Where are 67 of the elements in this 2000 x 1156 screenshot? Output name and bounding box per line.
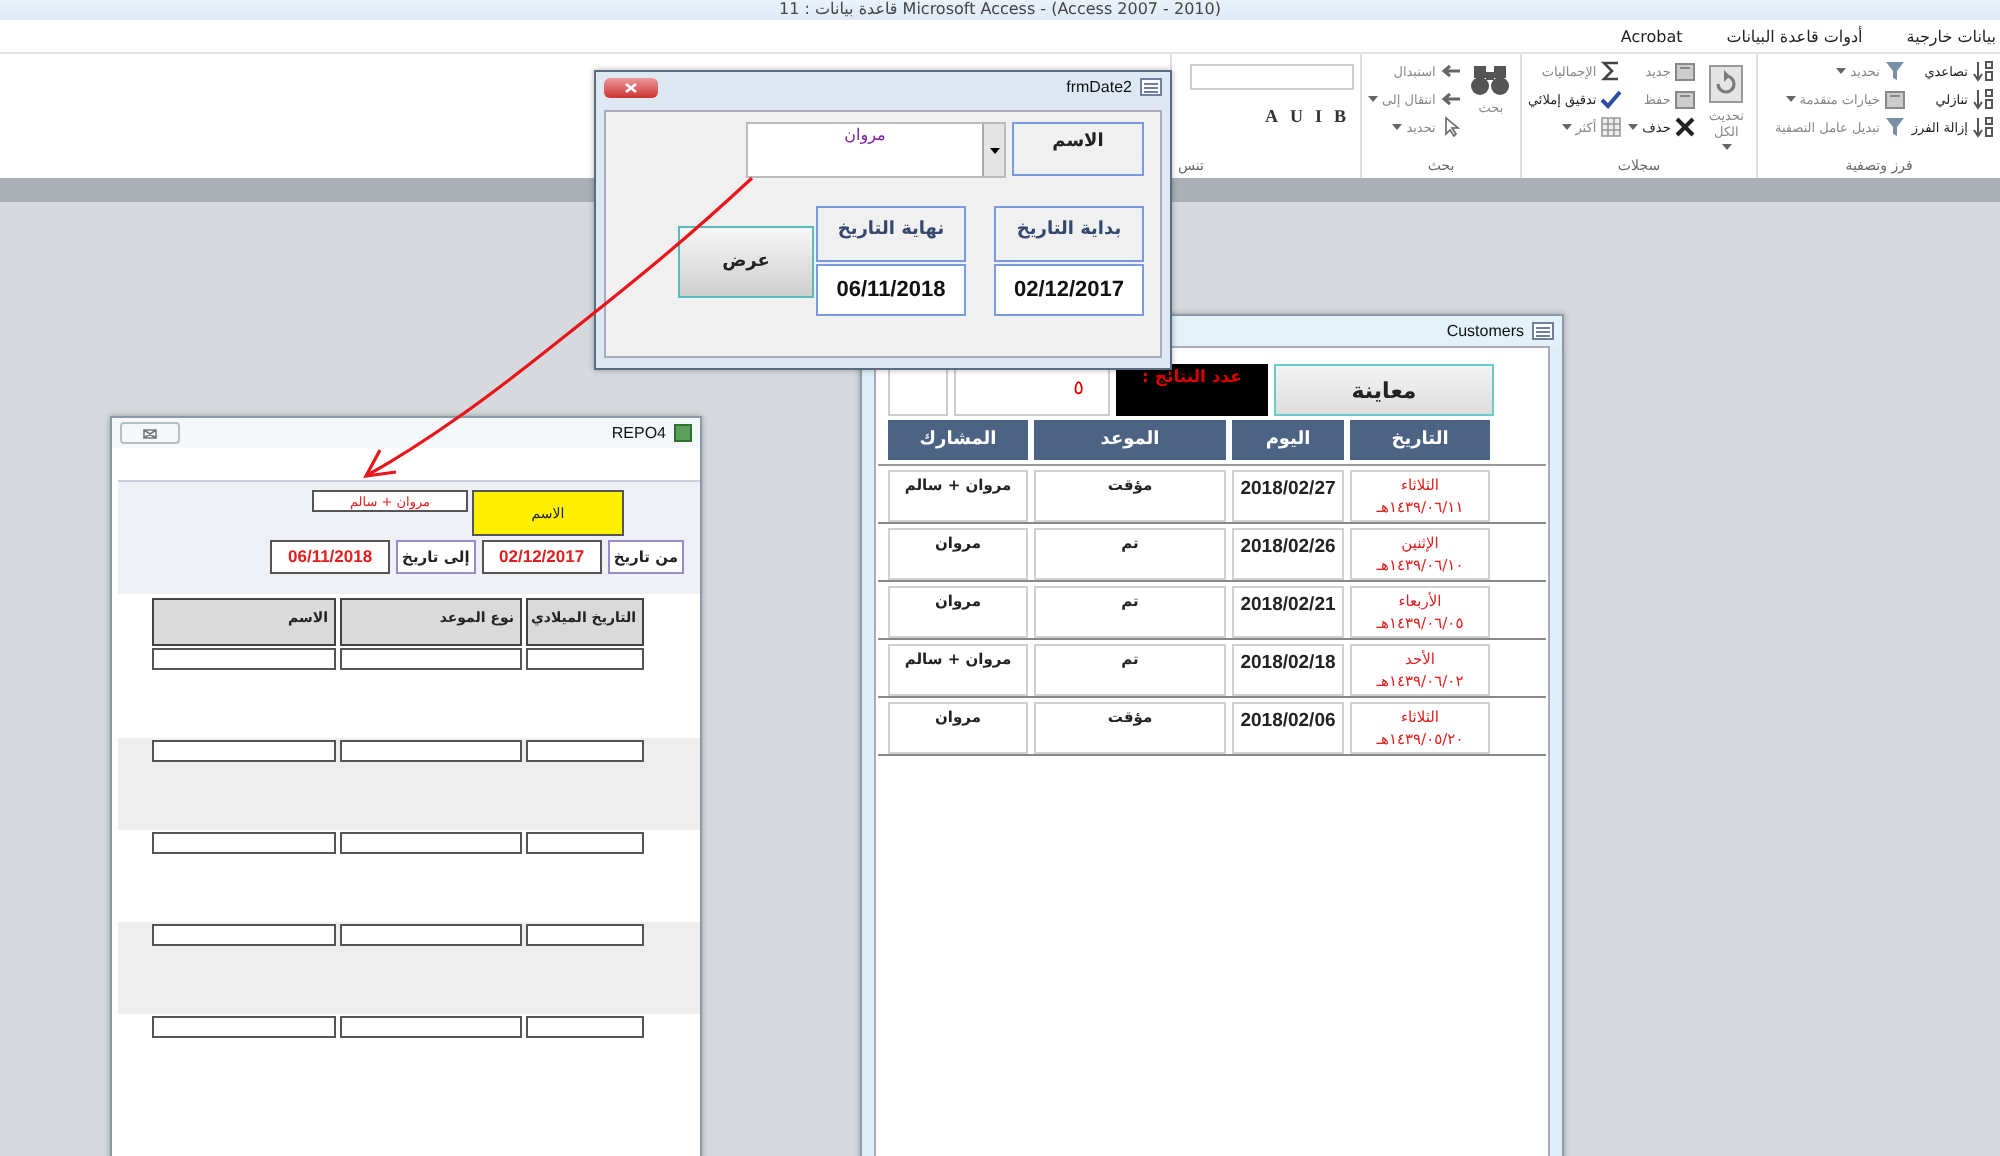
empty-cell — [526, 1016, 644, 1038]
start-date-field[interactable]: 02/12/2017 — [994, 264, 1144, 316]
table-cell: 2018/02/06 — [1232, 702, 1344, 754]
caret-icon — [1836, 68, 1847, 74]
form-icon — [1140, 78, 1162, 96]
show-button[interactable]: عرض — [678, 225, 814, 297]
format-button[interactable]: B — [1333, 106, 1346, 126]
table-icon — [1600, 116, 1623, 138]
count-label: عدد النتائج : — [1116, 364, 1268, 416]
table-cell: 2018/02/27 — [1232, 470, 1344, 522]
column-header: اليوم — [1232, 420, 1344, 460]
close-icon — [624, 81, 638, 93]
empty-cell — [526, 648, 644, 670]
table-cell: 2018/02/21 — [1232, 586, 1344, 638]
cursor-icon — [1439, 116, 1462, 138]
caret-icon — [989, 147, 999, 153]
empty-cell — [526, 924, 644, 946]
ribbon-tab[interactable]: بيانات خارجية — [1906, 27, 1996, 45]
caret-icon — [1368, 96, 1378, 102]
format-button[interactable]: U — [1289, 106, 1303, 126]
table-cell: 2018/02/26 — [1232, 528, 1344, 580]
caret-icon — [1392, 124, 1403, 130]
funnel-icon — [1883, 116, 1906, 138]
from-date-value: 02/12/2017 — [481, 540, 602, 574]
column-header: التاريخ — [1350, 420, 1490, 460]
arrow-icon — [1439, 88, 1462, 110]
sort-icon — [1972, 60, 1994, 82]
checkmark-icon — [1600, 88, 1623, 110]
funnel-icon — [1883, 60, 1906, 82]
column-header: الموعد — [1034, 420, 1226, 460]
form-icon — [1532, 322, 1554, 340]
sigma-icon — [1600, 60, 1623, 82]
empty-cell — [526, 740, 644, 762]
ribbon-tab[interactable]: Acrobat — [1620, 27, 1683, 45]
x-icon — [1674, 116, 1697, 138]
window-title: REPO4 — [611, 424, 666, 442]
name-label: الاسم — [1012, 122, 1144, 176]
close-button[interactable] — [604, 77, 658, 97]
to-date-value: 06/11/2018 — [270, 540, 391, 574]
refresh-icon — [1708, 64, 1745, 104]
report-icon — [674, 424, 692, 442]
format-button[interactable]: A — [1264, 106, 1278, 126]
start-date-label: بداية التاريخ — [994, 206, 1144, 262]
sort-icon — [1972, 116, 1994, 138]
table-cell: 2018/02/18 — [1232, 644, 1344, 696]
end-date-label: نهاية التاريخ — [816, 206, 966, 262]
binoculars-icon — [1470, 64, 1511, 96]
column-header: المشارك — [888, 420, 1028, 460]
caret-icon — [1721, 144, 1732, 150]
end-date-field[interactable]: 06/11/2018 — [816, 264, 966, 316]
document-icon — [1674, 60, 1697, 82]
window-title: Customers — [1446, 322, 1524, 340]
app-title: Microsoft Access - (Access 2007 - 2010) قاعدة بيانات : 11 — [779, 0, 1221, 20]
window-title: frmDate2 — [1066, 78, 1132, 96]
caret-icon — [1785, 96, 1796, 102]
sort-icon — [1972, 88, 1994, 110]
document-icon — [1674, 88, 1697, 110]
format-button[interactable]: I — [1314, 106, 1322, 126]
caret-icon — [1628, 124, 1639, 130]
name-combobox[interactable]: مروان — [746, 122, 1006, 178]
ribbon-tab[interactable]: أدوات قاعدة البيانات — [1726, 27, 1863, 45]
preview-button[interactable]: معاينة — [1274, 364, 1494, 416]
restore-button[interactable] — [120, 422, 180, 444]
document-icon — [1883, 88, 1906, 110]
caret-icon — [1561, 124, 1572, 130]
empty-cell — [526, 832, 644, 854]
arrow-icon — [1439, 60, 1462, 82]
